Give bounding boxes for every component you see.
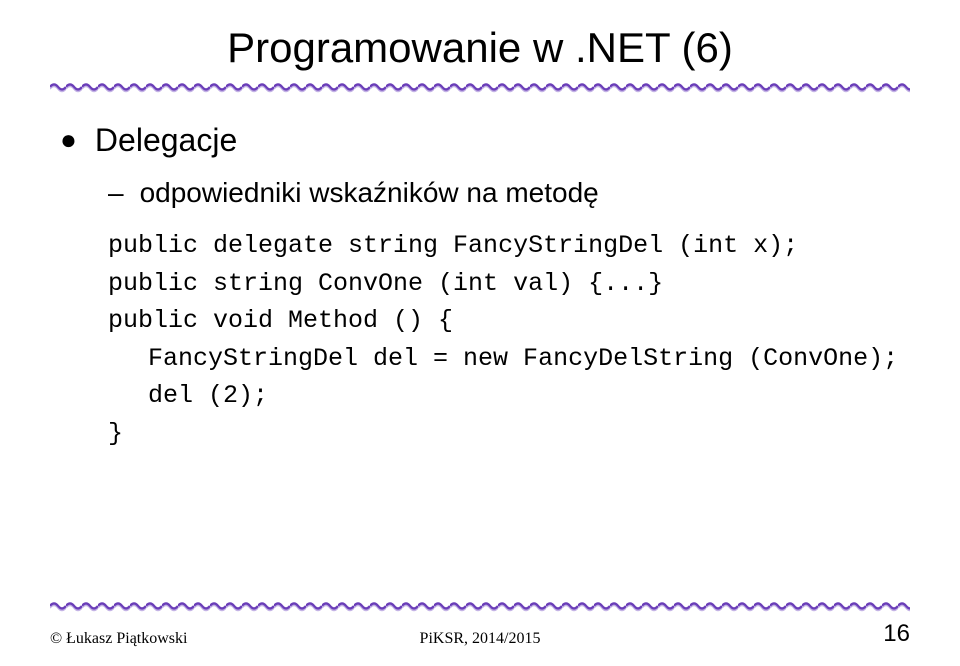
code-line: public void Method () { <box>108 302 910 340</box>
slide-content: ● Delegacje – odpowiedniki wskaźników na… <box>50 112 910 452</box>
bullet-dash-icon: – <box>108 177 124 209</box>
top-divider <box>50 80 910 92</box>
footer-page-number: 16 <box>883 620 910 648</box>
code-line: FancyStringDel del = new FancyDelString … <box>108 340 910 378</box>
code-block: public delegate string FancyStringDel (i… <box>108 227 910 452</box>
footer-course: PiKSR, 2014/2015 <box>420 630 541 648</box>
bullet-level-1: ● Delegacje <box>60 122 910 159</box>
footer-author: © Łukasz Piątkowski <box>50 630 187 648</box>
bullet-1-text: Delegacje <box>95 122 237 159</box>
bullet-level-2: – odpowiedniki wskaźników na metodę <box>108 177 910 209</box>
code-line: public string ConvOne (int val) {...} <box>108 265 910 303</box>
code-line: } <box>108 415 910 453</box>
code-line: public delegate string FancyStringDel (i… <box>108 227 910 265</box>
bullet-dot-icon: ● <box>60 126 77 154</box>
slide-footer: © Łukasz Piątkowski PiKSR, 2014/2015 16 <box>50 620 910 648</box>
bottom-divider <box>50 599 910 611</box>
code-line: del (2); <box>108 377 910 415</box>
slide-title: Programowanie w .NET (6) <box>50 24 910 72</box>
bullet-2-text: odpowiedniki wskaźników na metodę <box>140 177 599 209</box>
